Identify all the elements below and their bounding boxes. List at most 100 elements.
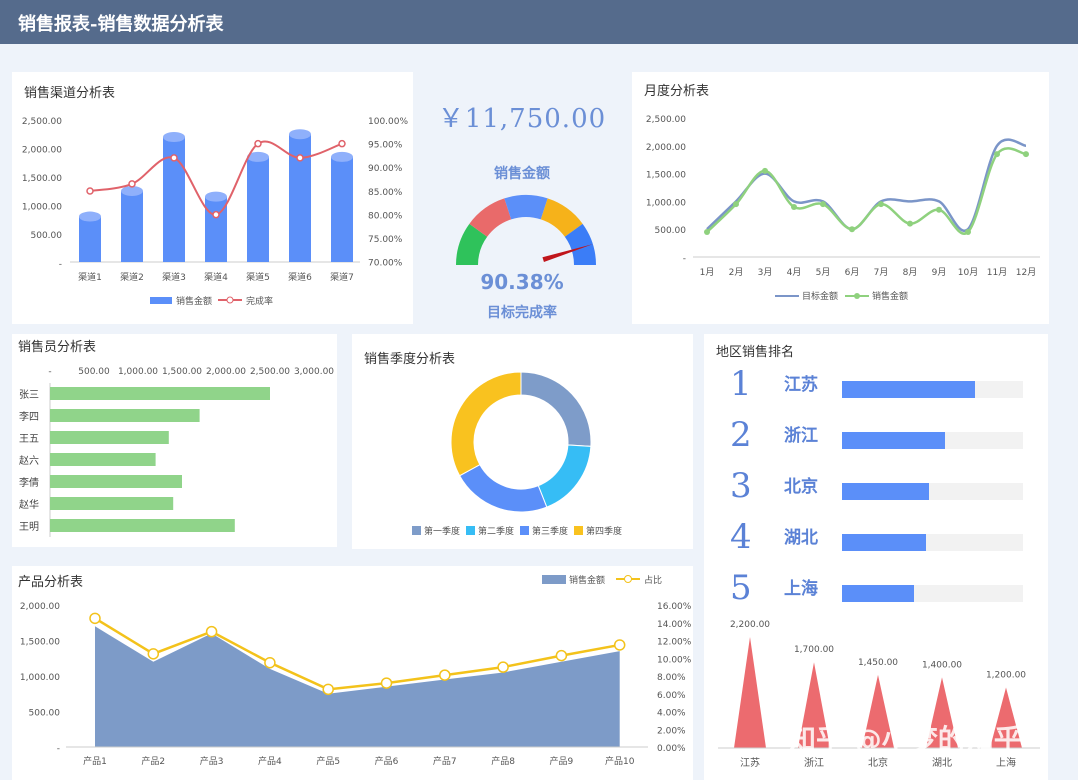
channel-legend-bar-swatch [150,297,172,304]
season-slice [458,463,548,513]
product-y-tick: 2,000.00 [20,602,60,612]
product-share-point [147,648,160,660]
product-x-tick: 产品3 [200,755,224,767]
channel-rate-point [212,210,220,219]
salesman-y-tick: 王五 [19,434,39,445]
salesman-y-tick: 赵华 [19,498,39,511]
monthly-x-tick: 7月 [874,267,889,278]
channel-rate-point [338,139,346,148]
channel-y2-tick: 95.00% [368,141,403,151]
salesman-y-tick: 李倩 [19,476,39,489]
product-share-point [322,683,334,696]
channel-y2-tick: 80.00% [368,211,403,221]
channel-bar-cap [79,211,101,222]
region-spike [734,637,766,748]
season-legend-swatch [412,526,421,535]
channel-legend-line-label: 完成率 [246,295,273,307]
monthly-x-tick: 12月 [1016,267,1036,278]
region-x-tick: 浙江 [804,757,824,769]
channel-bar-cap [163,132,185,143]
product-y2-tick: 6.00% [657,691,686,701]
season-slice [537,444,592,508]
monthly-sales-point [936,206,942,213]
salesman-x-tick: 3,000.00 [294,367,334,377]
product-y2-tick: 14.00% [657,620,692,630]
product-share-point [555,649,568,662]
monthly-x-tick: 10月 [958,267,978,278]
salesman-x-tick: 1,000.00 [118,367,158,377]
monthly-sales-point [994,151,1000,158]
channel-y2-tick: 90.00% [368,164,403,174]
product-y-tick: - [57,744,60,754]
product-x-tick: 产品9 [550,755,574,767]
salesman-bar [50,453,156,466]
channel-y-tick: 2,500.00 [22,117,62,127]
season-legend-swatch [574,526,583,535]
product-share-point [205,625,218,638]
monthly-sales-point [820,201,826,208]
season-legend-label: 第四季度 [586,525,622,537]
channel-rate-point [296,154,304,162]
channel-y-tick: 1,500.00 [22,174,62,184]
channel-x-tick: 渠道7 [330,271,354,283]
channel-bar [289,134,311,262]
product-share-point [89,612,101,625]
product-y2-tick: 12.00% [657,638,692,648]
channel-x-tick: 渠道1 [78,271,102,283]
salesman-bar [50,475,182,488]
salesman-x-tick: 2,500.00 [250,367,290,377]
channel-bar-cap [289,129,311,140]
season-legend-swatch [466,526,475,535]
monthly-x-tick: 1月 [700,267,715,278]
channel-y2-tick: 100.00% [368,117,408,127]
salesman-bar [50,431,169,444]
product-legend-line-marker [624,575,632,583]
product-share-point [613,639,626,651]
season-slice [450,371,522,477]
product-legend-line-label: 占比 [644,574,662,586]
monthly-sales-point [704,228,710,235]
product-share-point [497,661,509,673]
channel-x-tick: 渠道3 [162,271,186,283]
product-y2-tick: 4.00% [657,709,686,719]
monthly-sales-point [849,226,855,233]
channel-legend-bar-label: 销售金额 [176,295,212,307]
salesman-y-tick: 王明 [19,521,39,533]
region-spike-label: 1,200.00 [986,670,1026,680]
product-y-tick: 500.00 [29,709,61,719]
monthly-legend-sales-marker [854,293,860,299]
salesman-y-tick: 李四 [19,410,39,423]
watermark: 知乎 @小梦的知乎 [788,723,1022,756]
monthly-x-tick: 11月 [987,267,1007,278]
season-legend-label: 第二季度 [478,525,514,537]
product-x-tick: 产品4 [258,755,282,767]
channel-legend-line-marker [226,296,234,304]
channel-rate-point [170,154,178,162]
monthly-x-tick: 2月 [729,267,744,278]
region-spike-label: 2,200.00 [730,620,770,630]
channel-rate-point [254,139,262,148]
channel-bar-cap [331,151,353,162]
monthly-sales-point [733,201,739,208]
product-x-tick: 产品5 [316,755,340,767]
product-share-point [380,677,393,689]
region-spike-label: 1,400.00 [922,660,962,670]
monthly-y-tick: 500.00 [655,226,687,236]
region-spike-label: 1,700.00 [794,645,834,655]
product-y2-tick: 0.00% [657,744,686,754]
channel-y2-tick: 70.00% [368,259,403,269]
salesman-bar [50,497,174,510]
product-y-tick: 1,000.00 [20,673,60,683]
gauge-segment [504,195,548,220]
product-x-tick: 产品8 [491,755,515,767]
monthly-sales-line [706,147,1027,235]
monthly-sales-point [878,201,884,208]
monthly-sales-point [907,220,913,227]
product-legend-area-swatch [542,575,566,584]
product-y2-tick: 16.00% [657,602,692,612]
monthly-sales-point [762,167,768,174]
product-share-point [439,669,451,681]
product-legend-area-label: 销售金额 [569,574,605,586]
salesman-x-tick: - [48,367,51,377]
channel-bar [79,216,101,262]
